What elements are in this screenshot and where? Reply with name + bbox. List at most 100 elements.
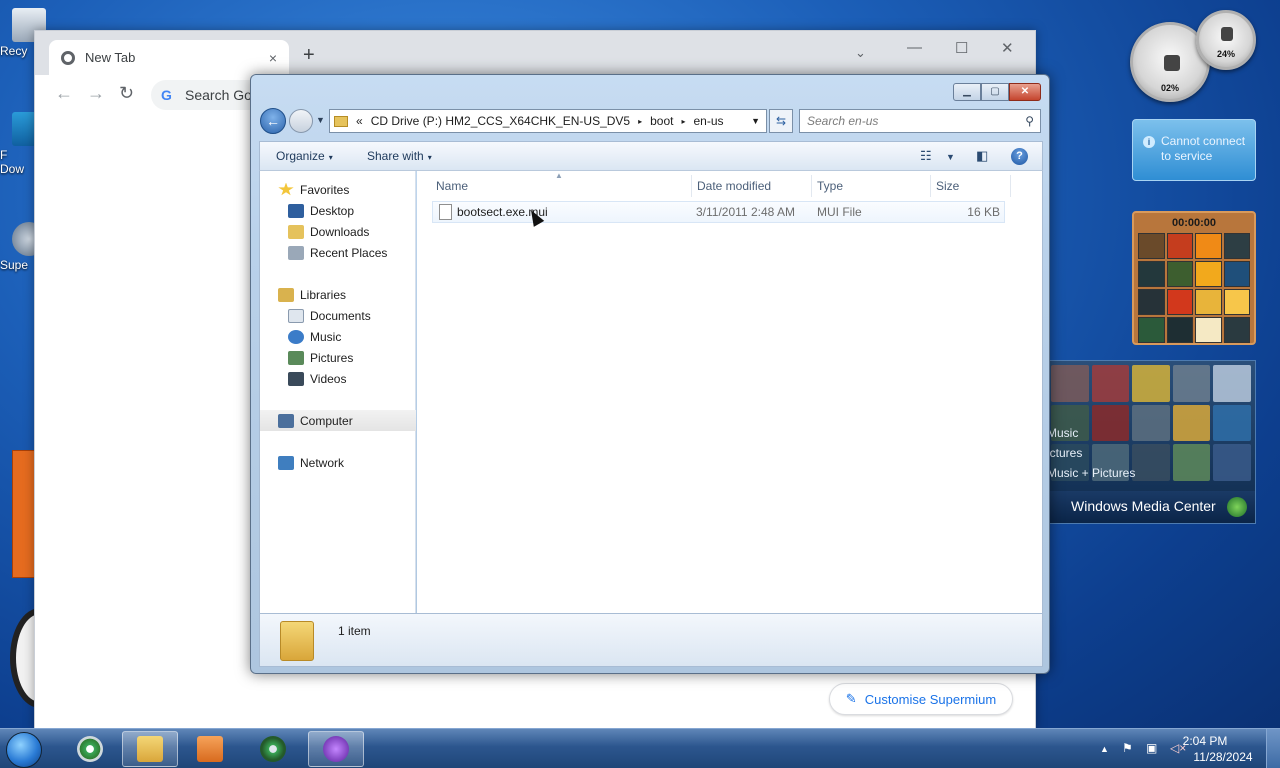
- nav-item-pictures[interactable]: Pictures: [260, 347, 416, 368]
- column-divider[interactable]: [930, 175, 931, 197]
- puzzle-tile[interactable]: [1138, 317, 1165, 343]
- navigation-pane: Favorites Desktop Downloads Recent Place…: [259, 171, 416, 613]
- explorer-back-button[interactable]: ←: [260, 108, 286, 134]
- taskbar-item-media-player[interactable]: [182, 731, 238, 767]
- new-tab-button[interactable]: +: [303, 45, 315, 65]
- column-header-type[interactable]: Type: [817, 179, 843, 193]
- menu-item-music-pictures[interactable]: Music + Pictures: [1047, 463, 1135, 483]
- puzzle-tile[interactable]: [1166, 317, 1193, 343]
- preview-pane-icon[interactable]: ◧: [976, 148, 988, 164]
- puzzle-grid[interactable]: [1138, 233, 1250, 343]
- menu-item-music[interactable]: Music: [1047, 423, 1135, 443]
- column-header-name[interactable]: Name: [436, 179, 468, 193]
- cpu-meter-gadget[interactable]: 02% 24%: [1130, 8, 1260, 104]
- refresh-button[interactable]: ⇆: [769, 109, 793, 133]
- puzzle-tile[interactable]: [1138, 233, 1165, 259]
- menu-item-pictures[interactable]: ictures: [1047, 443, 1135, 463]
- column-divider[interactable]: [691, 175, 692, 197]
- taskbar-item-media-center[interactable]: [308, 731, 364, 767]
- media-center-gadget[interactable]: Music ictures Music + Pictures Windows M…: [1046, 360, 1256, 524]
- nav-label: Videos: [310, 371, 347, 386]
- column-divider[interactable]: [811, 175, 812, 197]
- puzzle-tile[interactable]: [1223, 261, 1250, 287]
- nav-item-downloads[interactable]: Downloads: [260, 221, 416, 242]
- puzzle-tile[interactable]: [1195, 233, 1222, 259]
- nav-item-network[interactable]: Network: [260, 452, 416, 473]
- nav-item-desktop[interactable]: Desktop: [260, 200, 416, 221]
- reload-icon[interactable]: ↻: [119, 83, 134, 104]
- nav-item-music[interactable]: Music: [260, 326, 416, 347]
- view-options-dropdown-icon[interactable]: ▼: [946, 152, 955, 162]
- puzzle-tile[interactable]: [1166, 289, 1193, 315]
- taskbar-item-browser[interactable]: [62, 731, 118, 767]
- puzzle-tile[interactable]: [1223, 289, 1250, 315]
- breadcrumb-separator-icon[interactable]: ▸: [681, 117, 685, 126]
- puzzle-tile[interactable]: [1195, 317, 1222, 343]
- recent-pages-chevron-icon[interactable]: ▼: [316, 115, 325, 125]
- share-with-button[interactable]: Share with ▾: [367, 149, 432, 163]
- picture-puzzle-gadget[interactable]: 00:00:00: [1132, 211, 1256, 345]
- nav-item-documents[interactable]: Documents: [260, 305, 416, 326]
- breadcrumb-boot[interactable]: boot: [650, 114, 673, 128]
- nav-item-recent-places[interactable]: Recent Places: [260, 242, 416, 263]
- browser-tab-strip: New Tab × + ⌄ — ☐ ✕: [35, 31, 1035, 75]
- cpu-percent: 02%: [1160, 83, 1179, 93]
- organize-button[interactable]: Organize ▾: [276, 149, 333, 163]
- taskbar-item-supermium[interactable]: [245, 731, 301, 767]
- browser-maximize-button[interactable]: ☐: [955, 39, 968, 57]
- search-icon[interactable]: ⚲: [1025, 114, 1034, 128]
- tab-search-chevron-icon[interactable]: ⌄: [855, 45, 866, 61]
- explorer-minimize-button[interactable]: ▁: [953, 83, 981, 101]
- puzzle-tile[interactable]: [1195, 261, 1222, 287]
- nav-item-libraries[interactable]: Libraries: [260, 284, 416, 305]
- column-divider[interactable]: [1010, 175, 1011, 197]
- back-arrow-icon[interactable]: ←: [55, 83, 73, 104]
- explorer-caption-buttons: ▁ ▢ ✕: [953, 83, 1041, 101]
- nav-item-favorites[interactable]: Favorites: [260, 179, 416, 200]
- weather-gadget[interactable]: i Cannot connect to service: [1132, 119, 1256, 181]
- breadcrumb-chevrons[interactable]: «: [356, 114, 363, 128]
- breadcrumb-separator-icon[interactable]: ▸: [638, 117, 642, 126]
- tab-close-icon[interactable]: ×: [269, 50, 277, 66]
- command-bar: Organize ▾ Share with ▾ ☷ ▼ ◧ ?: [259, 141, 1043, 171]
- address-bar[interactable]: « CD Drive (P:) HM2_CCS_X64CHK_EN-US_DV5…: [329, 109, 767, 133]
- column-header-date-modified[interactable]: Date modified: [697, 179, 771, 193]
- network-tray-icon[interactable]: ▣: [1146, 741, 1157, 755]
- breadcrumb-cd-drive[interactable]: CD Drive (P:) HM2_CCS_X64CHK_EN-US_DV5: [371, 114, 630, 128]
- address-dropdown-icon[interactable]: ▼: [751, 116, 760, 126]
- puzzle-tile[interactable]: [1223, 233, 1250, 259]
- puzzle-tile[interactable]: [1166, 233, 1193, 259]
- customise-supermium-button[interactable]: ✎ Customise Supermium: [829, 683, 1013, 715]
- explorer-forward-button[interactable]: [289, 109, 313, 133]
- nav-item-computer[interactable]: Computer: [260, 410, 416, 431]
- taskbar-item-explorer[interactable]: [122, 731, 178, 767]
- media-center-title-bar[interactable]: Windows Media Center: [1047, 491, 1255, 523]
- search-placeholder: Search en-us: [807, 114, 879, 128]
- puzzle-tile[interactable]: [1166, 261, 1193, 287]
- forward-arrow-icon[interactable]: →: [87, 83, 105, 104]
- browser-minimize-button[interactable]: —: [907, 39, 922, 56]
- show-hidden-icons-chevron-icon[interactable]: ▲: [1100, 744, 1109, 754]
- taskbar-clock-date[interactable]: 11/28/2024: [1188, 750, 1258, 764]
- sticky-note-gadget[interactable]: [12, 450, 36, 578]
- media-thumbnail: [1132, 365, 1170, 402]
- explorer-maximize-button[interactable]: ▢: [981, 83, 1009, 101]
- browser-close-button[interactable]: ✕: [1001, 39, 1014, 57]
- browser-tab-new-tab[interactable]: New Tab ×: [49, 40, 289, 75]
- show-desktop-button[interactable]: [1266, 729, 1280, 768]
- puzzle-tile[interactable]: [1138, 261, 1165, 287]
- search-input[interactable]: Search en-us ⚲: [799, 109, 1041, 133]
- nav-item-videos[interactable]: Videos: [260, 368, 416, 389]
- help-icon[interactable]: ?: [1011, 148, 1028, 165]
- puzzle-tile[interactable]: [1223, 317, 1250, 343]
- puzzle-tile[interactable]: [1138, 289, 1165, 315]
- taskbar-clock-time[interactable]: 2:04 PM: [1170, 734, 1240, 748]
- start-button[interactable]: [6, 732, 42, 768]
- explorer-close-button[interactable]: ✕: [1009, 83, 1041, 101]
- column-header-size[interactable]: Size: [936, 179, 959, 193]
- file-row[interactable]: bootsect.exe.mui 3/11/2011 2:48 AM MUI F…: [432, 201, 1005, 227]
- change-view-icon[interactable]: ☷: [920, 148, 932, 164]
- breadcrumb-en-us[interactable]: en-us: [693, 114, 723, 128]
- action-center-flag-icon[interactable]: ⚑: [1122, 741, 1133, 755]
- puzzle-tile[interactable]: [1195, 289, 1222, 315]
